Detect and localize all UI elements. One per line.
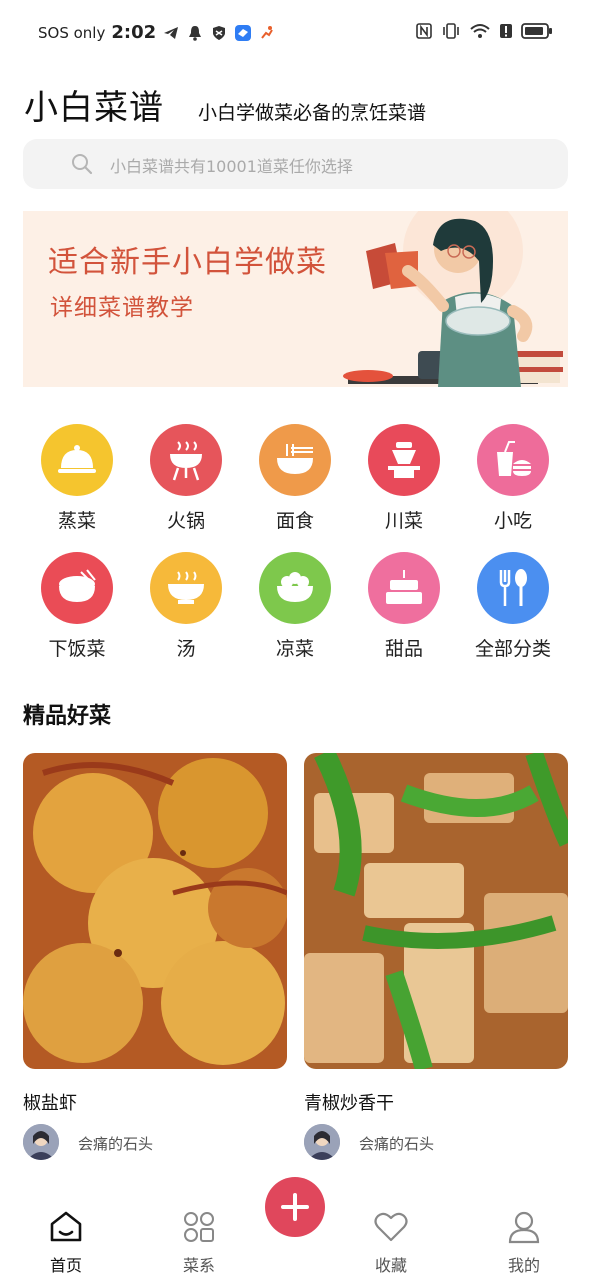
nfc-icon xyxy=(416,23,432,39)
tab-label: 菜系 xyxy=(182,1256,215,1275)
author-name[interactable]: 会痛的石头 xyxy=(78,1133,153,1154)
author-name[interactable]: 会痛的石头 xyxy=(359,1133,434,1154)
add-recipe-button[interactable] xyxy=(265,1177,325,1237)
recipe-title[interactable]: 椒盐虾 xyxy=(23,1089,77,1115)
runner-icon xyxy=(261,25,273,39)
bird-app-icon xyxy=(235,24,252,41)
category-label: 蒸菜 xyxy=(57,510,96,532)
avatar[interactable] xyxy=(304,1124,340,1160)
user-icon xyxy=(508,1211,540,1244)
category-label: 汤 xyxy=(176,638,196,660)
carrier-text: SOS only xyxy=(38,23,106,42)
tab-cuisines[interactable]: 菜系 xyxy=(154,1210,244,1276)
category-label: 甜品 xyxy=(384,638,423,660)
battery-icon xyxy=(521,23,552,39)
utensils-icon xyxy=(477,552,549,624)
section-title: 精品好菜 xyxy=(23,704,112,729)
home-icon xyxy=(50,1211,82,1242)
status-bar: SOS only 2:02 xyxy=(0,0,591,66)
banner-subline: 详细菜谱教学 xyxy=(50,295,194,321)
hotpot-icon xyxy=(368,424,440,496)
noodle-bowl-icon xyxy=(259,424,331,496)
cake-icon xyxy=(368,552,440,624)
category-noodles[interactable]: 面食 xyxy=(245,424,345,533)
category-sichuan[interactable]: 川菜 xyxy=(354,424,454,533)
heart-icon xyxy=(374,1212,408,1242)
soup-icon xyxy=(150,552,222,624)
banner-headline: 适合新手小白学做菜 xyxy=(48,245,327,280)
app-title: 小白菜谱 xyxy=(24,88,164,128)
alert-icon xyxy=(500,24,512,38)
search-icon[interactable] xyxy=(70,152,94,176)
vibrate-icon xyxy=(443,23,459,39)
recipe-image-salt-pepper-shrimp[interactable] xyxy=(23,753,287,1069)
category-desserts[interactable]: 甜品 xyxy=(354,552,454,661)
app-subtitle: 小白学做菜必备的烹饪菜谱 xyxy=(198,102,427,124)
tab-label: 我的 xyxy=(507,1256,540,1275)
plus-icon xyxy=(281,1193,309,1221)
avatar[interactable] xyxy=(23,1124,59,1160)
tab-mine[interactable]: 我的 xyxy=(479,1210,569,1276)
telegram-icon xyxy=(164,26,179,39)
category-label: 川菜 xyxy=(384,510,423,532)
tab-favorites[interactable]: 收藏 xyxy=(346,1210,436,1276)
search-placeholder[interactable]: 小白菜谱共有10001道菜任你选择 xyxy=(110,153,353,177)
category-snacks[interactable]: 小吃 xyxy=(463,424,563,533)
category-label: 火锅 xyxy=(166,510,205,532)
shield-icon xyxy=(213,25,226,40)
tab-home[interactable]: 首页 xyxy=(21,1210,111,1276)
category-cold-dishes[interactable]: 凉菜 xyxy=(245,552,345,661)
wifi-icon xyxy=(470,24,490,38)
cloche-icon xyxy=(41,424,113,496)
category-label: 凉菜 xyxy=(275,638,314,660)
recipe-image-pepper-tofu[interactable] xyxy=(304,753,568,1069)
status-left: SOS only 2:02 xyxy=(38,22,276,43)
category-all[interactable]: 全部分类 xyxy=(463,552,563,661)
categories-grid-icon xyxy=(184,1212,214,1242)
category-label: 小吃 xyxy=(493,510,532,532)
recipe-title[interactable]: 青椒炒香干 xyxy=(304,1089,394,1115)
tab-label: 收藏 xyxy=(374,1256,407,1275)
rice-bowl-icon xyxy=(41,552,113,624)
category-soup[interactable]: 汤 xyxy=(136,552,236,661)
tab-label: 首页 xyxy=(49,1256,82,1275)
category-label: 面食 xyxy=(275,510,314,532)
category-steamed[interactable]: 蒸菜 xyxy=(27,424,127,533)
category-label: 下饭菜 xyxy=(48,638,106,660)
bell-icon xyxy=(189,25,202,41)
fastfood-icon xyxy=(477,424,549,496)
category-hotpot[interactable]: 火锅 xyxy=(136,424,236,533)
clock: 2:02 xyxy=(111,22,157,43)
grill-icon xyxy=(150,424,222,496)
category-label: 全部分类 xyxy=(474,638,551,660)
category-rice-dishes[interactable]: 下饭菜 xyxy=(27,552,127,661)
salad-bowl-icon xyxy=(259,552,331,624)
status-right xyxy=(415,22,553,40)
